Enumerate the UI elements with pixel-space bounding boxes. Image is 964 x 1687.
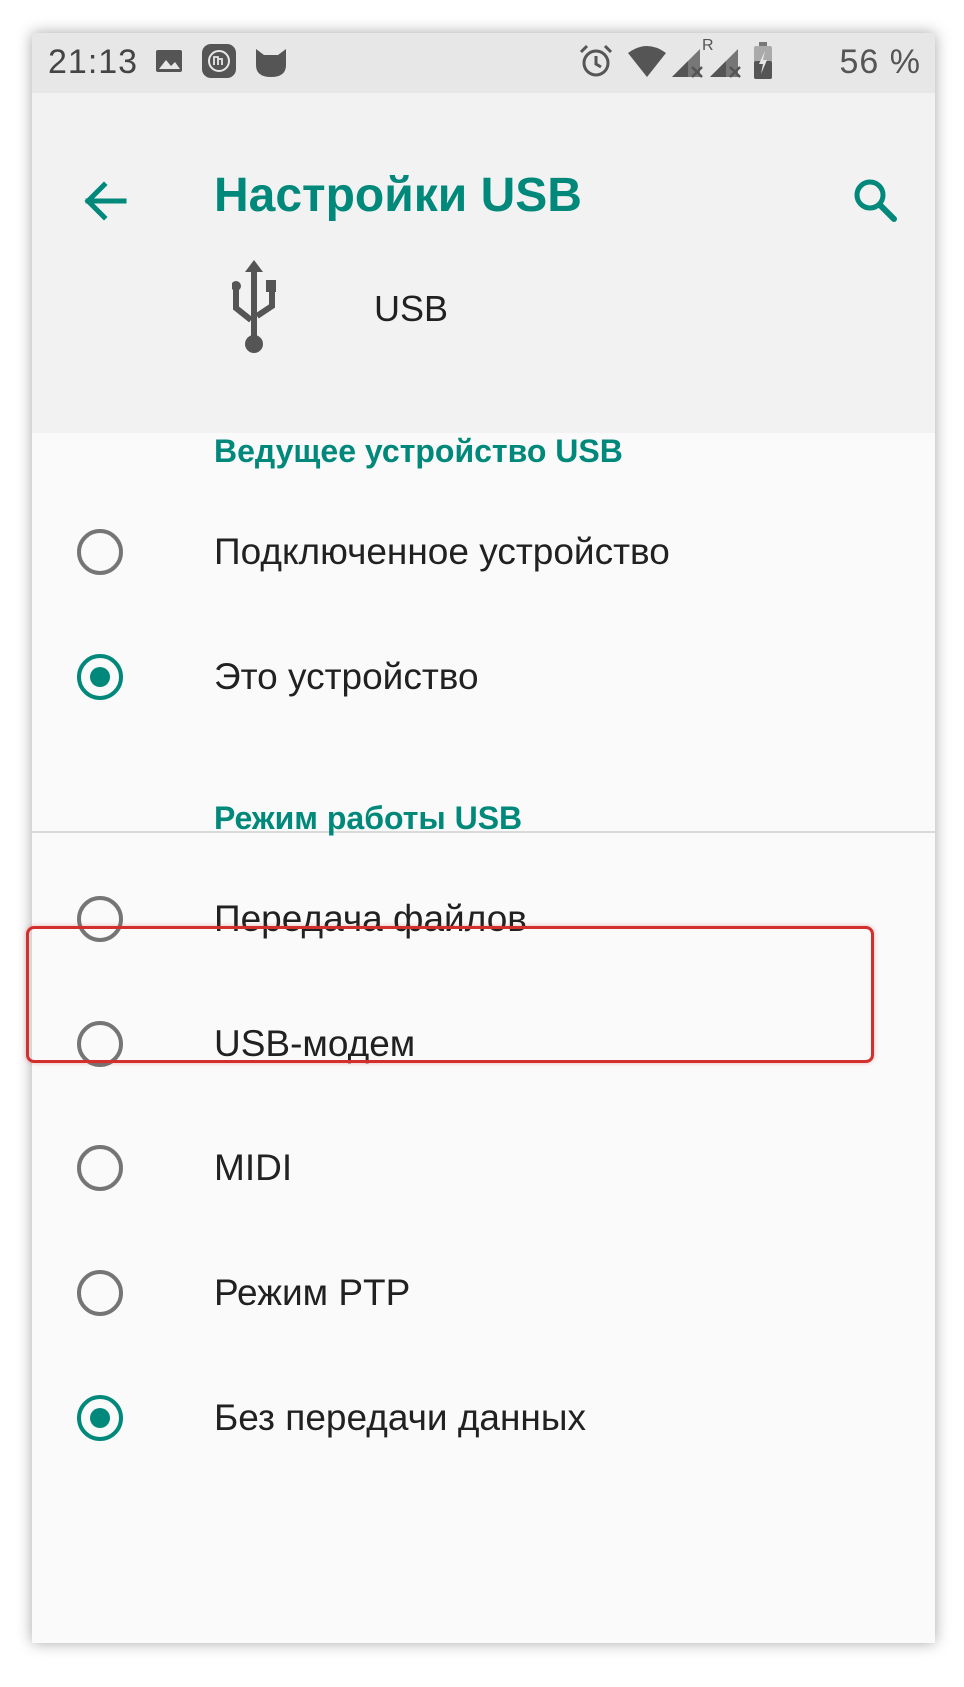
option-label: MIDI	[214, 1147, 293, 1188]
radio-button[interactable]	[77, 1270, 123, 1316]
battery-icon	[752, 41, 774, 86]
radio-button[interactable]	[77, 1145, 123, 1191]
signal-roaming-icon	[708, 43, 744, 84]
status-bar: 21:13 R 56 %	[32, 33, 935, 93]
option-label: Режим PTP	[214, 1272, 411, 1313]
radio-button-selected[interactable]	[77, 1395, 123, 1441]
search-icon	[846, 179, 906, 235]
wifi-icon	[626, 45, 668, 84]
mi-icon	[200, 42, 238, 85]
radio-button[interactable]	[77, 1021, 123, 1067]
radio-button-selected[interactable]	[77, 654, 123, 700]
battery-percent: 56 %	[839, 43, 921, 81]
cat-icon	[252, 43, 290, 84]
header: Настройки USB USB	[32, 93, 935, 433]
back-button[interactable]	[76, 171, 136, 231]
option-usb-modem[interactable]: USB-модем	[32, 978, 935, 1110]
option-label: Передача файлов	[214, 898, 527, 939]
phone-screen: 21:13 R 56 % Настройки USB USB Ведущее у…	[32, 33, 935, 1643]
radio-dot	[90, 667, 110, 687]
option-label: Это устройство	[214, 656, 479, 697]
radio-button[interactable]	[77, 896, 123, 942]
option-midi[interactable]: MIDI	[32, 1102, 935, 1234]
signal-icon	[670, 43, 706, 84]
alarm-icon	[578, 43, 614, 84]
option-this-device[interactable]: Это устройство	[32, 611, 935, 743]
status-time: 21:13	[48, 43, 139, 81]
radio-dot	[90, 1408, 110, 1428]
radio-button[interactable]	[77, 529, 123, 575]
option-no-data-transfer[interactable]: Без передачи данных	[32, 1352, 935, 1484]
usb-icon	[231, 258, 278, 361]
option-label: USB-модем	[214, 1023, 416, 1064]
image-icon	[154, 46, 184, 81]
option-file-transfer[interactable]: Передача файлов	[32, 853, 935, 985]
mode-section-title: Режим работы USB	[214, 800, 523, 836]
option-connected-device[interactable]: Подключенное устройство	[32, 486, 935, 618]
option-ptp[interactable]: Режим PTP	[32, 1227, 935, 1359]
page-title: Настройки USB	[214, 169, 582, 222]
option-label: Без передачи данных	[214, 1397, 586, 1438]
option-label: Подключенное устройство	[214, 531, 670, 572]
search-button[interactable]	[846, 171, 906, 231]
host-section-title: Ведущее устройство USB	[214, 433, 623, 469]
arrow-left-icon	[76, 181, 136, 235]
device-label: USB	[374, 288, 449, 329]
